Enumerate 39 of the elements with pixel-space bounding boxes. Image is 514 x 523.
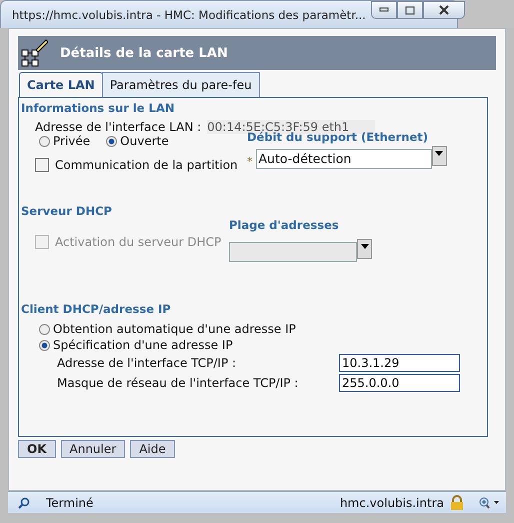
caret-icon [435,151,443,156]
radio-option[interactable]: Spécification d'une adresse IP [21,338,477,352]
padlock-icon [450,494,464,510]
field-heading: Plage d'adresses [229,218,340,232]
input-field[interactable]: 10.3.1.29 [339,354,460,372]
maximize-icon [404,6,415,14]
dialog-button[interactable]: Annuler [60,440,126,458]
field-label: Masque de réseau de l'interface TCP/IP : [57,376,300,390]
close-button[interactable] [422,1,465,19]
section-heading: Informations sur le LAN [21,101,176,115]
input-field[interactable]: 255.0.0.0 [339,374,460,392]
dialog-button[interactable]: Aide [130,440,175,458]
dropdown-button[interactable] [357,239,372,259]
tab[interactable]: Paramètres du pare-feu [102,72,260,97]
minimize-icon [378,7,389,13]
field-label: Adresse de l'interface TCP/IP : [57,356,238,370]
maximize-button[interactable] [396,1,423,19]
dialog-title: Détails de la carte LAN [60,46,228,60]
host-name: hmc.volubis.intra [340,496,444,510]
caret-icon [360,244,368,249]
field-label: Adresse de l'interface LAN : [35,120,202,134]
zoom-icon[interactable] [478,496,500,508]
section-heading: Serveur DHCP [21,204,113,218]
dropdown-button[interactable] [432,146,446,166]
checkbox-option[interactable]: Communication de la partition [21,158,249,172]
dialog-button[interactable]: OK [18,440,56,458]
required-mark: * [247,154,252,168]
search-icon [18,496,30,508]
minimize-button[interactable] [370,1,397,19]
close-icon [438,5,450,15]
radio-option[interactable]: Ouverte [106,134,169,148]
speed-dropdown[interactable]: Auto-détection [256,149,432,169]
network-edit-icon [20,38,48,68]
radio-option[interactable]: Privée [39,134,90,148]
window-title: https://hmc.volubis.intra - HMC: Modifications des paramètr... [12,8,366,22]
radio-option[interactable]: Obtention automatique d'une adresse IP [21,322,477,336]
tab[interactable]: Carte LAN [19,72,103,97]
status-text: Terminé [46,496,94,510]
section-heading: Client DHCP/adresse IP [21,302,172,316]
